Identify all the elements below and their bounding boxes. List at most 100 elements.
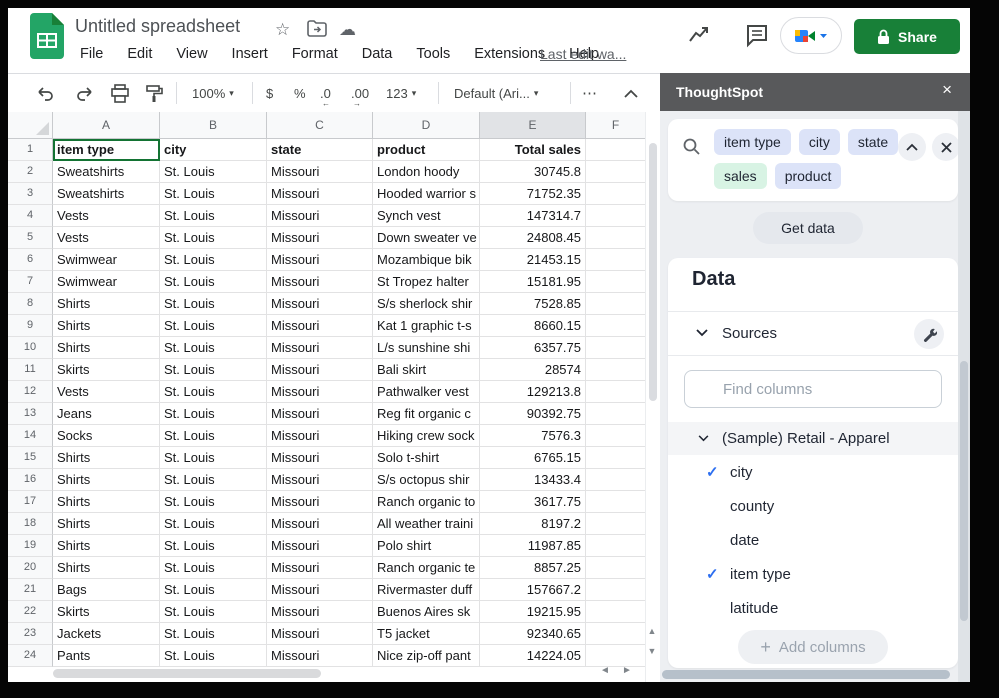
cell-c13[interactable]: Missouri	[267, 403, 373, 425]
cell-f19[interactable]	[586, 535, 645, 557]
source-column-county[interactable]: county	[668, 489, 958, 523]
column-header-f[interactable]: F	[586, 112, 645, 139]
row-header-2[interactable]: 2	[8, 161, 53, 183]
cell-b2[interactable]: St. Louis	[160, 161, 267, 183]
column-header-c[interactable]: C	[267, 112, 373, 139]
format-percent-button[interactable]: %	[294, 74, 306, 112]
cell-e1[interactable]: Total sales	[480, 139, 586, 161]
source-column-date[interactable]: date	[668, 523, 958, 557]
cell-d20[interactable]: Ranch organic te	[373, 557, 480, 579]
cell-c21[interactable]: Missouri	[267, 579, 373, 601]
cell-d10[interactable]: L/s sunshine shi	[373, 337, 480, 359]
cell-a5[interactable]: Vests	[53, 227, 160, 249]
cell-d12[interactable]: Pathwalker vest	[373, 381, 480, 403]
cell-e18[interactable]: 8197.2	[480, 513, 586, 535]
menu-insert[interactable]: Insert	[232, 46, 268, 62]
cell-e22[interactable]: 19215.95	[480, 601, 586, 623]
scroll-up-icon[interactable]: ▲	[644, 626, 660, 636]
cell-f20[interactable]	[586, 557, 645, 579]
undo-icon[interactable]	[36, 74, 56, 112]
cell-c15[interactable]: Missouri	[267, 447, 373, 469]
cell-e11[interactable]: 28574	[480, 359, 586, 381]
cell-e8[interactable]: 7528.85	[480, 293, 586, 315]
find-columns-input[interactable]	[684, 370, 942, 408]
cell-f10[interactable]	[586, 337, 645, 359]
document-title[interactable]: Untitled spreadsheet	[75, 16, 240, 37]
cell-c2[interactable]: Missouri	[267, 161, 373, 183]
meet-join-button[interactable]	[780, 17, 842, 54]
row-header-23[interactable]: 23	[8, 623, 53, 645]
cell-a3[interactable]: Sweatshirts	[53, 183, 160, 205]
cell-d13[interactable]: Reg fit organic c	[373, 403, 480, 425]
search-token-sales[interactable]: sales	[714, 163, 767, 189]
cell-b10[interactable]: St. Louis	[160, 337, 267, 359]
sheet-vertical-scrollbar-thumb[interactable]	[649, 143, 657, 401]
cell-d16[interactable]: S/s octopus shir	[373, 469, 480, 491]
cell-c8[interactable]: Missouri	[267, 293, 373, 315]
move-to-folder-icon[interactable]	[307, 20, 327, 38]
cell-e10[interactable]: 6357.75	[480, 337, 586, 359]
cell-d11[interactable]: Bali skirt	[373, 359, 480, 381]
panel-close-icon[interactable]: ×	[942, 80, 952, 100]
cell-f12[interactable]	[586, 381, 645, 403]
cell-d1[interactable]: product	[373, 139, 480, 161]
collapse-toolbar-icon[interactable]	[624, 74, 638, 112]
cell-e20[interactable]: 8857.25	[480, 557, 586, 579]
panel-vertical-scrollbar[interactable]	[958, 111, 970, 682]
row-header-16[interactable]: 16	[8, 469, 53, 491]
cell-b11[interactable]: St. Louis	[160, 359, 267, 381]
cell-b18[interactable]: St. Louis	[160, 513, 267, 535]
cell-e12[interactable]: 129213.8	[480, 381, 586, 403]
cell-d8[interactable]: S/s sherlock shir	[373, 293, 480, 315]
row-header-17[interactable]: 17	[8, 491, 53, 513]
cell-e23[interactable]: 92340.65	[480, 623, 586, 645]
row-header-20[interactable]: 20	[8, 557, 53, 579]
cell-a23[interactable]: Jackets	[53, 623, 160, 645]
cell-a14[interactable]: Socks	[53, 425, 160, 447]
cell-d18[interactable]: All weather traini	[373, 513, 480, 535]
cell-e5[interactable]: 24808.45	[480, 227, 586, 249]
cell-b1[interactable]: city	[160, 139, 267, 161]
comment-icon[interactable]	[744, 22, 770, 48]
cell-c4[interactable]: Missouri	[267, 205, 373, 227]
cell-d22[interactable]: Buenos Aires sk	[373, 601, 480, 623]
column-header-d[interactable]: D	[373, 112, 480, 139]
column-header-b[interactable]: B	[160, 112, 267, 139]
cell-d7[interactable]: St Tropez halter	[373, 271, 480, 293]
cell-f15[interactable]	[586, 447, 645, 469]
row-header-22[interactable]: 22	[8, 601, 53, 623]
row-header-19[interactable]: 19	[8, 535, 53, 557]
row-header-1[interactable]: 1	[8, 139, 53, 161]
cell-a16[interactable]: Shirts	[53, 469, 160, 491]
cell-c23[interactable]: Missouri	[267, 623, 373, 645]
cell-c24[interactable]: Missouri	[267, 645, 373, 667]
cell-b4[interactable]: St. Louis	[160, 205, 267, 227]
search-token-product[interactable]: product	[775, 163, 842, 189]
cell-d9[interactable]: Kat 1 graphic t-s	[373, 315, 480, 337]
cell-f16[interactable]	[586, 469, 645, 491]
cell-b21[interactable]: St. Louis	[160, 579, 267, 601]
cell-e2[interactable]: 30745.8	[480, 161, 586, 183]
cell-d19[interactable]: Polo shirt	[373, 535, 480, 557]
cell-b24[interactable]: St. Louis	[160, 645, 267, 667]
cell-a9[interactable]: Shirts	[53, 315, 160, 337]
cell-c20[interactable]: Missouri	[267, 557, 373, 579]
source-column-item-type[interactable]: ✓item type	[668, 557, 958, 591]
cell-d3[interactable]: Hooded warrior s	[373, 183, 480, 205]
source-column-latitude[interactable]: latitude	[668, 591, 958, 625]
cell-b8[interactable]: St. Louis	[160, 293, 267, 315]
cell-a20[interactable]: Shirts	[53, 557, 160, 579]
cell-c10[interactable]: Missouri	[267, 337, 373, 359]
column-header-e[interactable]: E	[480, 112, 586, 139]
search-token-item-type[interactable]: item type	[714, 129, 791, 155]
cell-f3[interactable]	[586, 183, 645, 205]
source-group-row[interactable]: (Sample) Retail - Apparel	[668, 422, 958, 455]
row-header-5[interactable]: 5	[8, 227, 53, 249]
cell-b16[interactable]: St. Louis	[160, 469, 267, 491]
add-columns-button[interactable]: + Add columns	[738, 630, 888, 664]
cell-e21[interactable]: 157667.2	[480, 579, 586, 601]
cell-c14[interactable]: Missouri	[267, 425, 373, 447]
cell-f9[interactable]	[586, 315, 645, 337]
cell-a19[interactable]: Shirts	[53, 535, 160, 557]
cell-e7[interactable]: 15181.95	[480, 271, 586, 293]
